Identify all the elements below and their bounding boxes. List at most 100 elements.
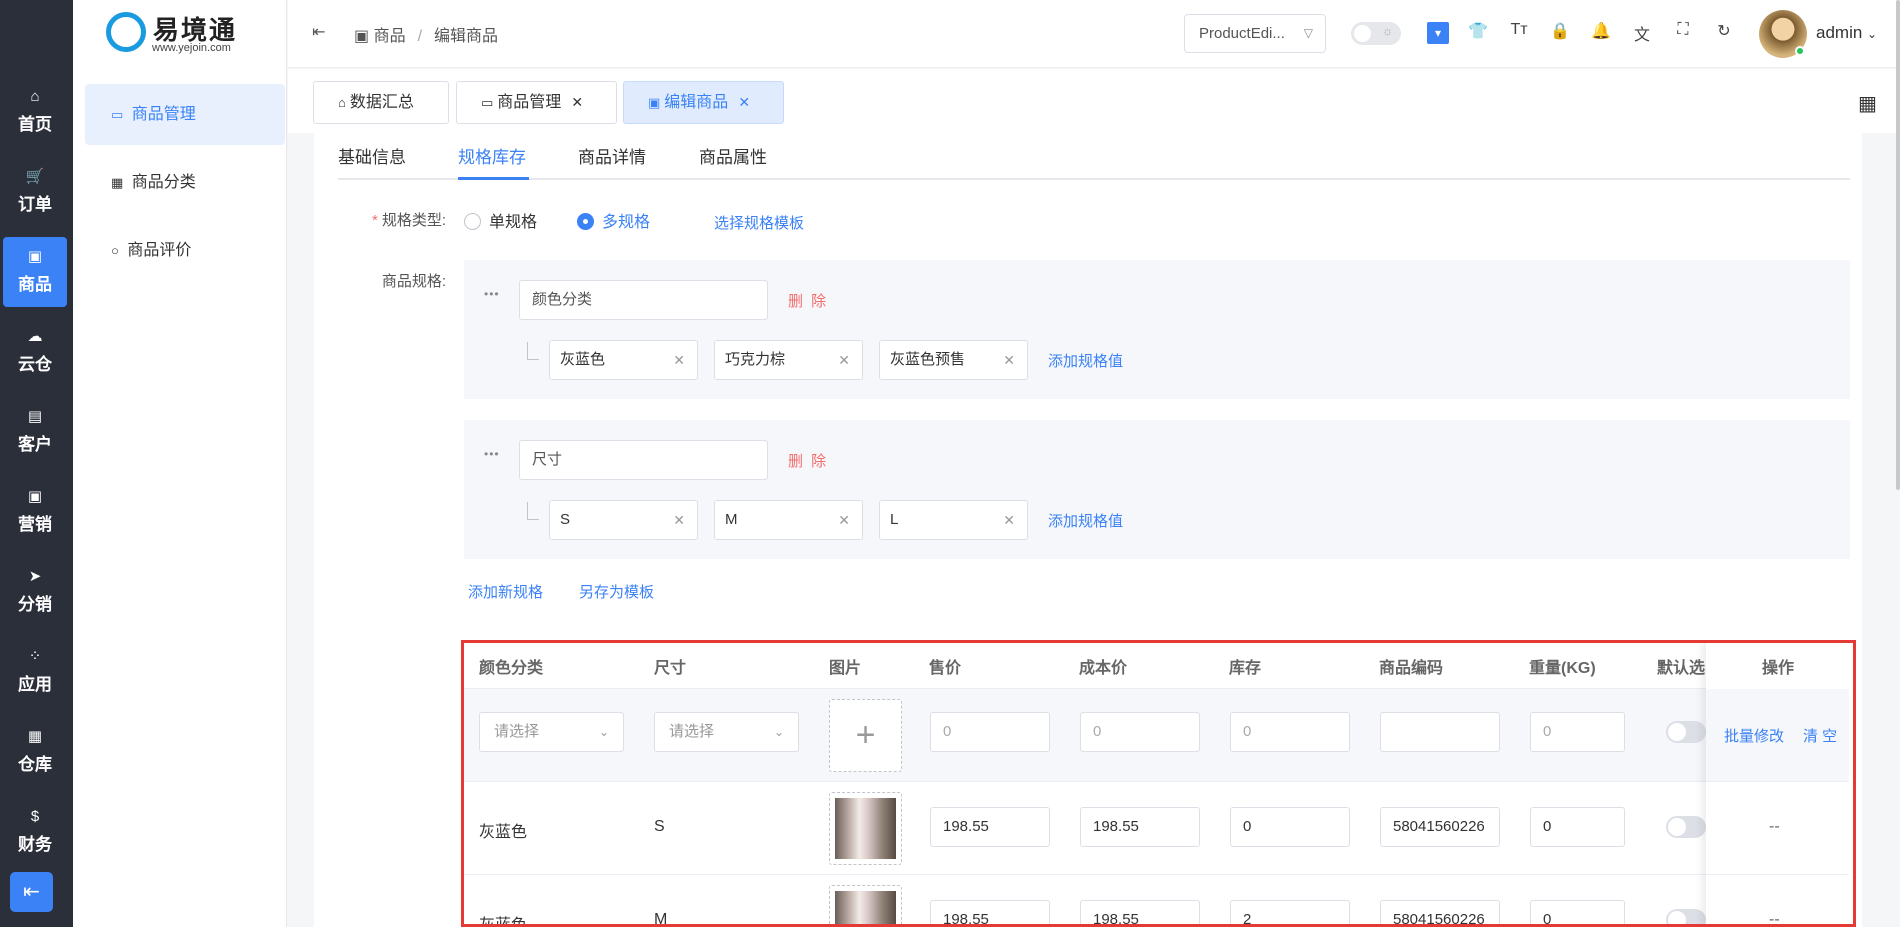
avatar[interactable] bbox=[1759, 10, 1807, 58]
spec-value-input[interactable]: 巧克力棕 ✕ bbox=[714, 340, 863, 380]
form-tab-attributes[interactable]: 商品属性 bbox=[699, 143, 767, 168]
close-icon[interactable]: ✕ bbox=[838, 501, 850, 539]
rail-item-cloud-warehouse[interactable]: ☁ 云仓 bbox=[3, 317, 67, 387]
page-tab-edit-product[interactable]: ▣ 编辑商品 ✕ bbox=[623, 81, 784, 124]
drag-handle-icon[interactable]: ••• bbox=[484, 447, 500, 461]
batch-code-input[interactable] bbox=[1380, 712, 1500, 752]
batch-color-select[interactable]: 请选择 ⌄ bbox=[479, 712, 624, 752]
refresh-icon[interactable]: ↻ bbox=[1713, 21, 1735, 41]
close-icon[interactable]: ✕ bbox=[1003, 341, 1015, 379]
rail-item-customers[interactable]: ▤ 客户 bbox=[3, 397, 67, 467]
price-input[interactable]: 198.55 bbox=[930, 900, 1050, 927]
bell-icon[interactable]: 🔔 bbox=[1590, 21, 1612, 41]
fullscreen-icon[interactable]: ⛶ bbox=[1672, 21, 1694, 39]
delete-spec-button[interactable]: 删 除 bbox=[788, 290, 828, 311]
subnav-item-product-management[interactable]: ▭ 商品管理 bbox=[85, 84, 285, 145]
code-input[interactable]: 58041560226 bbox=[1380, 900, 1500, 927]
stock-input[interactable]: 2 bbox=[1230, 900, 1350, 927]
image-upload-button[interactable]: + bbox=[829, 699, 902, 772]
tabs-menu-grid-icon[interactable]: ▦ bbox=[1858, 91, 1877, 116]
add-spec-value-button[interactable]: 添加规格值 bbox=[1048, 350, 1123, 371]
page-scrollbar[interactable] bbox=[1896, 0, 1900, 490]
col-cost: 成本价 bbox=[1079, 660, 1128, 677]
spec-value-input[interactable]: M ✕ bbox=[714, 500, 863, 540]
page-tab-product-management[interactable]: ▭ 商品管理 ✕ bbox=[456, 81, 617, 124]
shirt-icon[interactable]: 👕 bbox=[1467, 21, 1489, 41]
spec-value-input[interactable]: 灰蓝色 ✕ bbox=[549, 340, 698, 380]
price-input[interactable]: 198.55 bbox=[930, 807, 1050, 847]
add-spec-value-button[interactable]: 添加规格值 bbox=[1048, 510, 1123, 531]
weight-input[interactable]: 0 bbox=[1530, 807, 1625, 847]
toggle-knob bbox=[1668, 911, 1686, 927]
rail-item-finance[interactable]: $ 财务 bbox=[3, 797, 67, 867]
close-icon[interactable]: ✕ bbox=[571, 94, 583, 110]
dropdown-icon[interactable]: ▾ bbox=[1427, 22, 1449, 44]
close-icon[interactable]: ✕ bbox=[673, 501, 685, 539]
theme-toggle[interactable]: ☼ bbox=[1351, 22, 1401, 45]
rail-item-home[interactable]: ⌂ 首页 bbox=[3, 77, 67, 147]
rail-item-orders[interactable]: 🛒 订单 bbox=[3, 157, 67, 227]
default-toggle[interactable] bbox=[1666, 909, 1706, 927]
page-tab-dashboard[interactable]: ⌂ 数据汇总 bbox=[313, 81, 449, 124]
cell-size: M bbox=[654, 911, 668, 927]
form-tab-basic-info[interactable]: 基础信息 bbox=[338, 143, 406, 168]
rail-item-apps[interactable]: ⁘ 应用 bbox=[3, 637, 67, 707]
weight-input[interactable]: 0 bbox=[1530, 900, 1625, 927]
spec-group: ••• 尺寸 删 除 S ✕ M ✕ L ✕ 添加规格值 bbox=[464, 420, 1850, 559]
sidebar-toggle-icon[interactable]: ⇤ bbox=[312, 22, 325, 42]
spec-value-input[interactable]: 灰蓝色预售 ✕ bbox=[879, 340, 1028, 380]
cost-input[interactable]: 198.55 bbox=[1080, 807, 1200, 847]
product-thumbnail[interactable] bbox=[829, 885, 902, 927]
page-tabs-bar: ⌂ 数据汇总 ▭ 商品管理 ✕ ▣ 编辑商品 ✕ ▦ bbox=[288, 69, 1900, 133]
batch-size-select[interactable]: 请选择 ⌄ bbox=[654, 712, 799, 752]
col-image: 图片 bbox=[829, 660, 862, 677]
close-icon[interactable]: ✕ bbox=[738, 94, 750, 110]
page-select[interactable]: ProductEdi... ▽ bbox=[1184, 14, 1326, 53]
close-icon[interactable]: ✕ bbox=[673, 341, 685, 379]
breadcrumb-item-current: 编辑商品 bbox=[434, 28, 499, 45]
default-toggle[interactable] bbox=[1666, 816, 1706, 838]
delete-spec-button[interactable]: 删 除 bbox=[788, 450, 828, 471]
choose-spec-template-link[interactable]: 选择规格模板 bbox=[714, 212, 804, 233]
batch-price-input[interactable]: 0 bbox=[930, 712, 1050, 752]
batch-cost-input[interactable]: 0 bbox=[1080, 712, 1200, 752]
close-icon[interactable]: ✕ bbox=[1003, 501, 1015, 539]
drag-handle-icon[interactable]: ••• bbox=[484, 287, 500, 301]
form-tab-details[interactable]: 商品详情 bbox=[578, 143, 646, 168]
spec-value-input[interactable]: L ✕ bbox=[879, 500, 1028, 540]
save-as-template-button[interactable]: 另存为模板 bbox=[579, 581, 654, 602]
form-tab-spec-stock[interactable]: 规格库存 bbox=[458, 143, 526, 168]
batch-default-toggle[interactable] bbox=[1666, 721, 1706, 743]
subnav-item-product-category[interactable]: ▦ 商品分类 bbox=[85, 152, 285, 213]
spec-name-input[interactable]: 颜色分类 bbox=[519, 280, 768, 320]
rail-item-marketing[interactable]: ▣ 营销 bbox=[3, 477, 67, 547]
edit-product-card: 基础信息 规格库存 商品详情 商品属性 * 规格类型: 单规格 多规格 选择规格模… bbox=[314, 133, 1862, 927]
sub-nav: 易境通 www.yejoin.com ▭ 商品管理 ▦ 商品分类 ○ 商品评价 bbox=[73, 0, 287, 927]
radio-single-spec[interactable]: 单规格 bbox=[464, 208, 537, 232]
translate-icon[interactable]: 文 bbox=[1631, 21, 1653, 45]
product-thumbnail[interactable] bbox=[829, 792, 902, 865]
code-input[interactable]: 58041560226 bbox=[1380, 807, 1500, 847]
batch-edit-button[interactable]: 批量修改 bbox=[1724, 725, 1784, 746]
rail-item-distribution[interactable]: ➤ 分销 bbox=[3, 557, 67, 627]
cost-input[interactable]: 198.55 bbox=[1080, 900, 1200, 927]
batch-weight-input[interactable]: 0 bbox=[1530, 712, 1625, 752]
lock-icon[interactable]: 🔒 bbox=[1549, 21, 1571, 41]
radio-multi-spec[interactable]: 多规格 bbox=[577, 208, 650, 232]
font-size-icon[interactable]: Tт bbox=[1508, 21, 1530, 39]
rail-item-products[interactable]: ▣ 商品 bbox=[3, 237, 67, 307]
subnav-item-product-review[interactable]: ○ 商品评价 bbox=[85, 220, 285, 281]
rail-collapse-button[interactable]: ⇤ bbox=[10, 872, 53, 912]
clear-button[interactable]: 清 空 bbox=[1803, 725, 1837, 746]
spec-name-input[interactable]: 尺寸 bbox=[519, 440, 768, 480]
close-icon[interactable]: ✕ bbox=[838, 341, 850, 379]
breadcrumb-item[interactable]: 商品 bbox=[374, 28, 406, 45]
rail-label: 财务 bbox=[18, 835, 52, 854]
stock-input[interactable]: 0 bbox=[1230, 807, 1350, 847]
user-menu[interactable]: admin ⌄ bbox=[1816, 23, 1877, 43]
rail-item-warehouse[interactable]: ▦ 仓库 bbox=[3, 717, 67, 787]
spec-value-input[interactable]: S ✕ bbox=[549, 500, 698, 540]
select-placeholder: 请选择 bbox=[494, 723, 540, 740]
add-new-spec-button[interactable]: 添加新规格 bbox=[468, 581, 543, 602]
batch-stock-input[interactable]: 0 bbox=[1230, 712, 1350, 752]
